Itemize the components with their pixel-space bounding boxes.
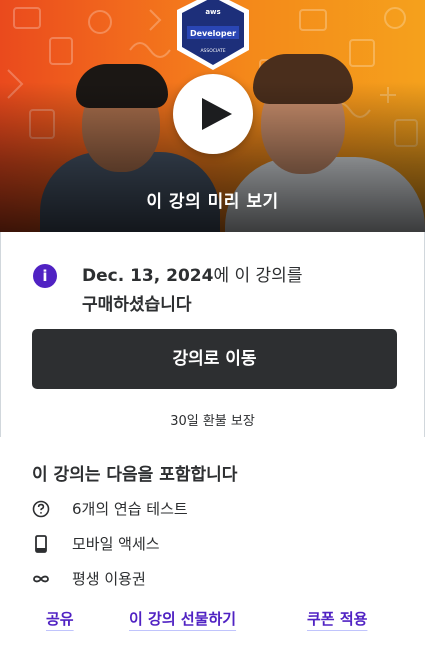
includes-title: 이 강의는 다음을 포함합니다 [32, 465, 238, 485]
course-sidebar-card: aws Developer ASSOCIATE 이 강의 미리 보기 i Dec… [0, 0, 425, 650]
infinity-icon [33, 575, 49, 583]
include-item-label: 평생 이용권 [72, 570, 146, 588]
badge-title-text: Developer [190, 29, 236, 38]
badge-top-text: aws [205, 8, 220, 16]
mobile-icon [35, 535, 47, 553]
go-to-course-button[interactable]: 강의로 이동 [32, 329, 397, 389]
purchase-text-after-date: 에 이 강의를 [213, 266, 303, 286]
purchase-section: i Dec. 13, 2024에 이 강의를 구매하셨습니다 강의로 이동 30… [0, 232, 425, 437]
preview-label: 이 강의 미리 보기 [146, 192, 279, 212]
include-item-label: 6개의 연습 테스트 [72, 500, 188, 518]
gift-course-link[interactable]: 이 강의 선물하기 [129, 608, 236, 629]
play-icon [202, 98, 232, 130]
share-link[interactable]: 공유 [46, 608, 74, 629]
info-icon: i [33, 264, 57, 288]
purchase-date: Dec. 13, 2024 [82, 266, 214, 286]
course-preview[interactable]: aws Developer ASSOCIATE 이 강의 미리 보기 [0, 0, 425, 232]
play-button[interactable] [173, 74, 253, 154]
include-item-label: 모바일 액세스 [72, 535, 160, 553]
purchase-text-line2: 구매하셨습니다 [82, 295, 192, 315]
refund-guarantee: 30일 환불 보장 [170, 414, 255, 429]
apply-coupon-link[interactable]: 쿠폰 적용 [307, 608, 367, 629]
badge-sub-text: ASSOCIATE [200, 48, 225, 54]
help-circle-icon [32, 500, 50, 518]
action-links: 공유 이 강의 선물하기 쿠폰 적용 [0, 608, 425, 638]
purchase-notice-text: Dec. 13, 2024에 이 강의를 구매하셨습니다 [82, 262, 382, 320]
